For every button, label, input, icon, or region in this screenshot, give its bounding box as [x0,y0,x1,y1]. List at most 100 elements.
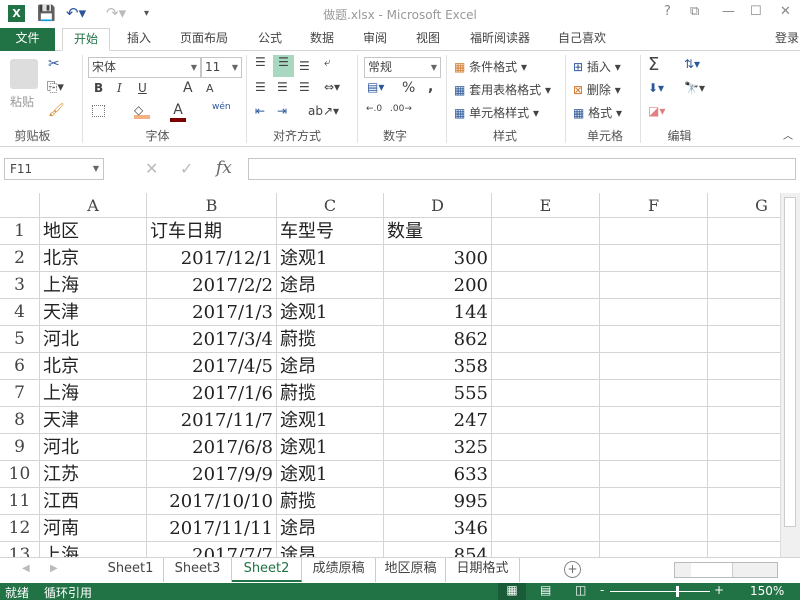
delete-cells-button[interactable]: ⊠ 删除 ▾ [573,81,621,98]
cell-E3[interactable] [492,272,600,299]
cell-C3[interactable]: 途昂 [277,272,384,299]
align-left-icon[interactable]: ☰ [255,80,266,94]
column-header-C[interactable]: C [277,193,384,218]
italic-button[interactable]: I [117,81,122,95]
cell-A7[interactable]: 上海 [40,380,147,407]
cell-C9[interactable]: 途观1 [277,434,384,461]
accounting-format-icon[interactable]: ▤▾ [367,80,384,94]
cell-E7[interactable] [492,380,600,407]
sheet-tab[interactable]: Sheet3 [164,558,232,582]
conditional-formatting-button[interactable]: ▦ 条件格式 ▾ [454,58,527,75]
cell-D3[interactable]: 200 [384,272,492,299]
cell-E10[interactable] [492,461,600,488]
help-button[interactable]: ? [664,4,671,19]
cell-C4[interactable]: 途观1 [277,299,384,326]
formula-input[interactable] [248,158,796,180]
prev-sheet-icon[interactable]: ◀ [22,563,30,574]
tab-formulas[interactable]: 公式 [250,28,290,51]
tab-home[interactable]: 开始 [62,28,110,51]
row-header[interactable]: 10 [0,461,40,488]
cell-F3[interactable] [600,272,708,299]
cell-E11[interactable] [492,488,600,515]
cell-D11[interactable]: 995 [384,488,492,515]
cell-G11[interactable] [708,488,780,515]
cell-E5[interactable] [492,326,600,353]
cell-A4[interactable]: 天津 [40,299,147,326]
cell-A6[interactable]: 北京 [40,353,147,380]
cell-D6[interactable]: 358 [384,353,492,380]
cell-B6[interactable]: 2017/4/5 [147,353,277,380]
font-color-button[interactable]: A [170,102,186,122]
number-format-select[interactable]: 常规▼ [364,57,441,78]
cell-B13[interactable]: 2017/7/7 [147,542,277,557]
borders-icon[interactable] [92,105,105,117]
comma-button[interactable]: , [428,79,433,95]
cell-G5[interactable] [708,326,780,353]
align-bottom-icon[interactable]: ☰ [299,59,310,73]
cell-C6[interactable]: 途昂 [277,353,384,380]
find-select-icon[interactable]: 🔭▾ [684,81,705,95]
cell-A5[interactable]: 河北 [40,326,147,353]
merge-center-icon[interactable]: ⇔▾ [324,80,340,94]
align-center-icon[interactable]: ☰ [277,80,288,94]
zoom-out-button[interactable]: - [600,583,604,597]
fill-icon[interactable]: ⬇▾ [648,81,664,95]
cell-C8[interactable]: 途观1 [277,407,384,434]
zoom-slider-handle[interactable] [676,586,679,597]
wrap-text-icon[interactable]: ⤶ [324,55,331,70]
row-header[interactable]: 11 [0,488,40,515]
column-header-F[interactable]: F [600,193,708,218]
worksheet-grid[interactable]: ABCDEFG1地区订车日期车型号数量2北京2017/12/1途观13003上海… [0,193,780,557]
cell-A2[interactable]: 北京 [40,245,147,272]
tab-review[interactable]: 审阅 [355,28,395,51]
column-header-E[interactable]: E [492,193,600,218]
tab-data[interactable]: 数据 [302,28,342,51]
cell-G9[interactable] [708,434,780,461]
cell-D13[interactable]: 854 [384,542,492,557]
cell-G2[interactable] [708,245,780,272]
cell-B5[interactable]: 2017/3/4 [147,326,277,353]
cell-G6[interactable] [708,353,780,380]
cell-D1[interactable]: 数量 [384,218,492,245]
tab-foxit[interactable]: 福昕阅读器 [464,28,536,51]
percent-button[interactable]: % [402,80,415,96]
cell-A8[interactable]: 天津 [40,407,147,434]
cell-F11[interactable] [600,488,708,515]
clear-icon[interactable]: ◪▾ [648,104,665,118]
sheet-tab[interactable]: 成绩原稿 [302,558,376,582]
cell-C12[interactable]: 途昂 [277,515,384,542]
scroll-thumb[interactable] [784,197,796,527]
zoom-in-button[interactable]: + [714,583,724,597]
name-box[interactable]: F11▼ [4,158,104,180]
cell-G12[interactable] [708,515,780,542]
zoom-level[interactable]: 150% [750,584,784,598]
sheet-tab[interactable]: 日期格式 [446,558,520,582]
format-as-table-button[interactable]: ▦ 套用表格格式 ▾ [454,81,551,98]
cell-F9[interactable] [600,434,708,461]
bold-button[interactable]: B [94,81,103,95]
cell-E8[interactable] [492,407,600,434]
cell-B9[interactable]: 2017/6/8 [147,434,277,461]
cell-E1[interactable] [492,218,600,245]
cell-styles-button[interactable]: ▦ 单元格样式 ▾ [454,104,539,121]
cell-A12[interactable]: 河南 [40,515,147,542]
cell-E12[interactable] [492,515,600,542]
cell-C7[interactable]: 蔚揽 [277,380,384,407]
row-header[interactable]: 2 [0,245,40,272]
row-header[interactable]: 9 [0,434,40,461]
row-header[interactable]: 1 [0,218,40,245]
copy-icon[interactable]: ⎘▾ [47,80,64,95]
fill-color-icon[interactable]: ◇ [134,103,150,119]
insert-cells-button[interactable]: ⊞ 插入 ▾ [573,58,621,75]
cell-F8[interactable] [600,407,708,434]
cell-F10[interactable] [600,461,708,488]
cell-A11[interactable]: 江西 [40,488,147,515]
cell-G4[interactable] [708,299,780,326]
cell-B11[interactable]: 2017/10/10 [147,488,277,515]
cell-C10[interactable]: 途观1 [277,461,384,488]
vertical-scrollbar[interactable] [780,193,800,557]
zoom-slider[interactable] [610,591,710,592]
cell-C5[interactable]: 蔚揽 [277,326,384,353]
cell-A1[interactable]: 地区 [40,218,147,245]
ribbon-display-button[interactable]: ⧉ [690,4,699,19]
